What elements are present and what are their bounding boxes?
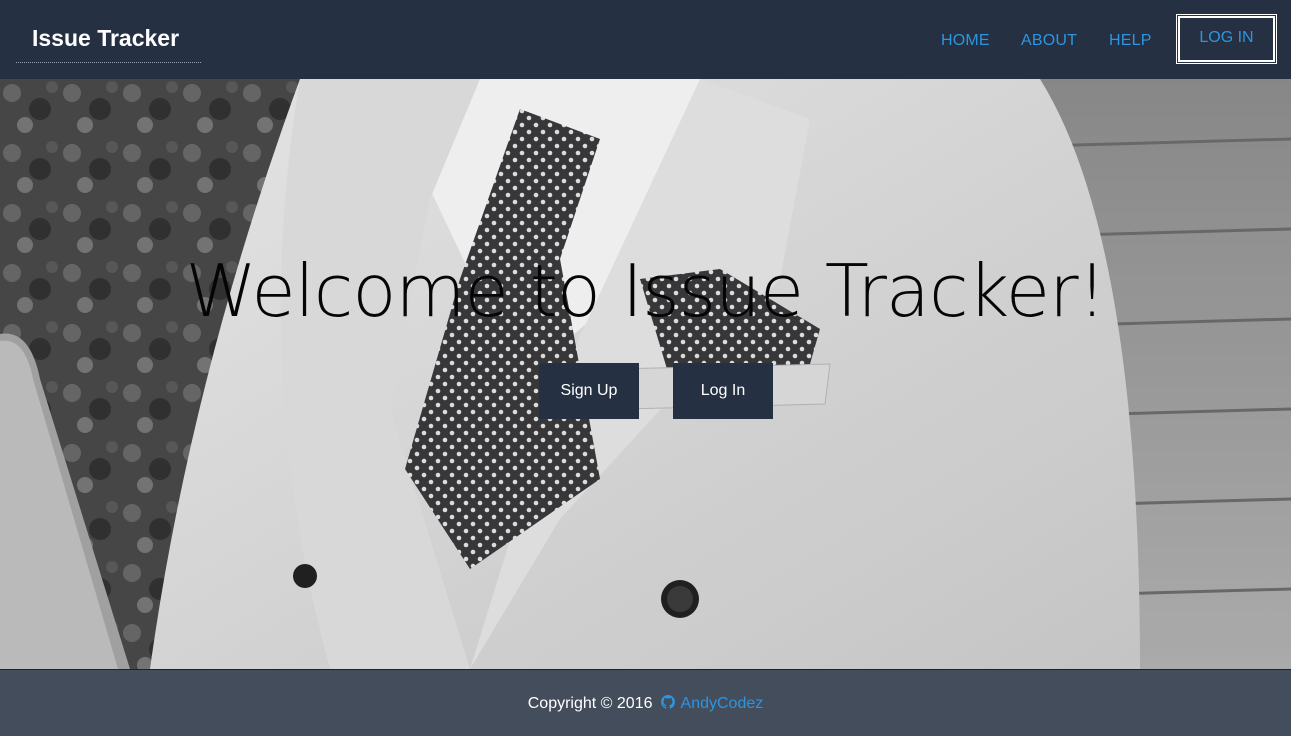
hero-background-image bbox=[0, 79, 1291, 669]
footer-content: Copyright © 2016 AndyCodez bbox=[0, 695, 1291, 713]
nav-help-link[interactable]: HELP bbox=[1109, 32, 1152, 50]
nav-home-link[interactable]: HOME bbox=[941, 32, 990, 50]
hero-section: Welcome to Issue Tracker! Sign Up Log In bbox=[0, 79, 1291, 669]
log-in-button[interactable]: Log In bbox=[673, 363, 773, 419]
nav-login-button[interactable]: LOG IN bbox=[1176, 14, 1277, 64]
author-link[interactable]: AndyCodez bbox=[681, 695, 764, 712]
github-icon bbox=[660, 695, 675, 709]
hero-title: Welcome to Issue Tracker! bbox=[185, 249, 1106, 333]
brand-logo[interactable]: Issue Tracker bbox=[16, 14, 201, 63]
sign-up-button[interactable]: Sign Up bbox=[539, 363, 639, 419]
footer: Copyright © 2016 AndyCodez bbox=[0, 669, 1291, 736]
top-navbar: Issue Tracker HOME ABOUT HELP LOG IN bbox=[0, 0, 1291, 79]
nav-about-link[interactable]: ABOUT bbox=[1021, 32, 1077, 50]
copyright-text: Copyright © 2016 bbox=[527, 695, 653, 712]
